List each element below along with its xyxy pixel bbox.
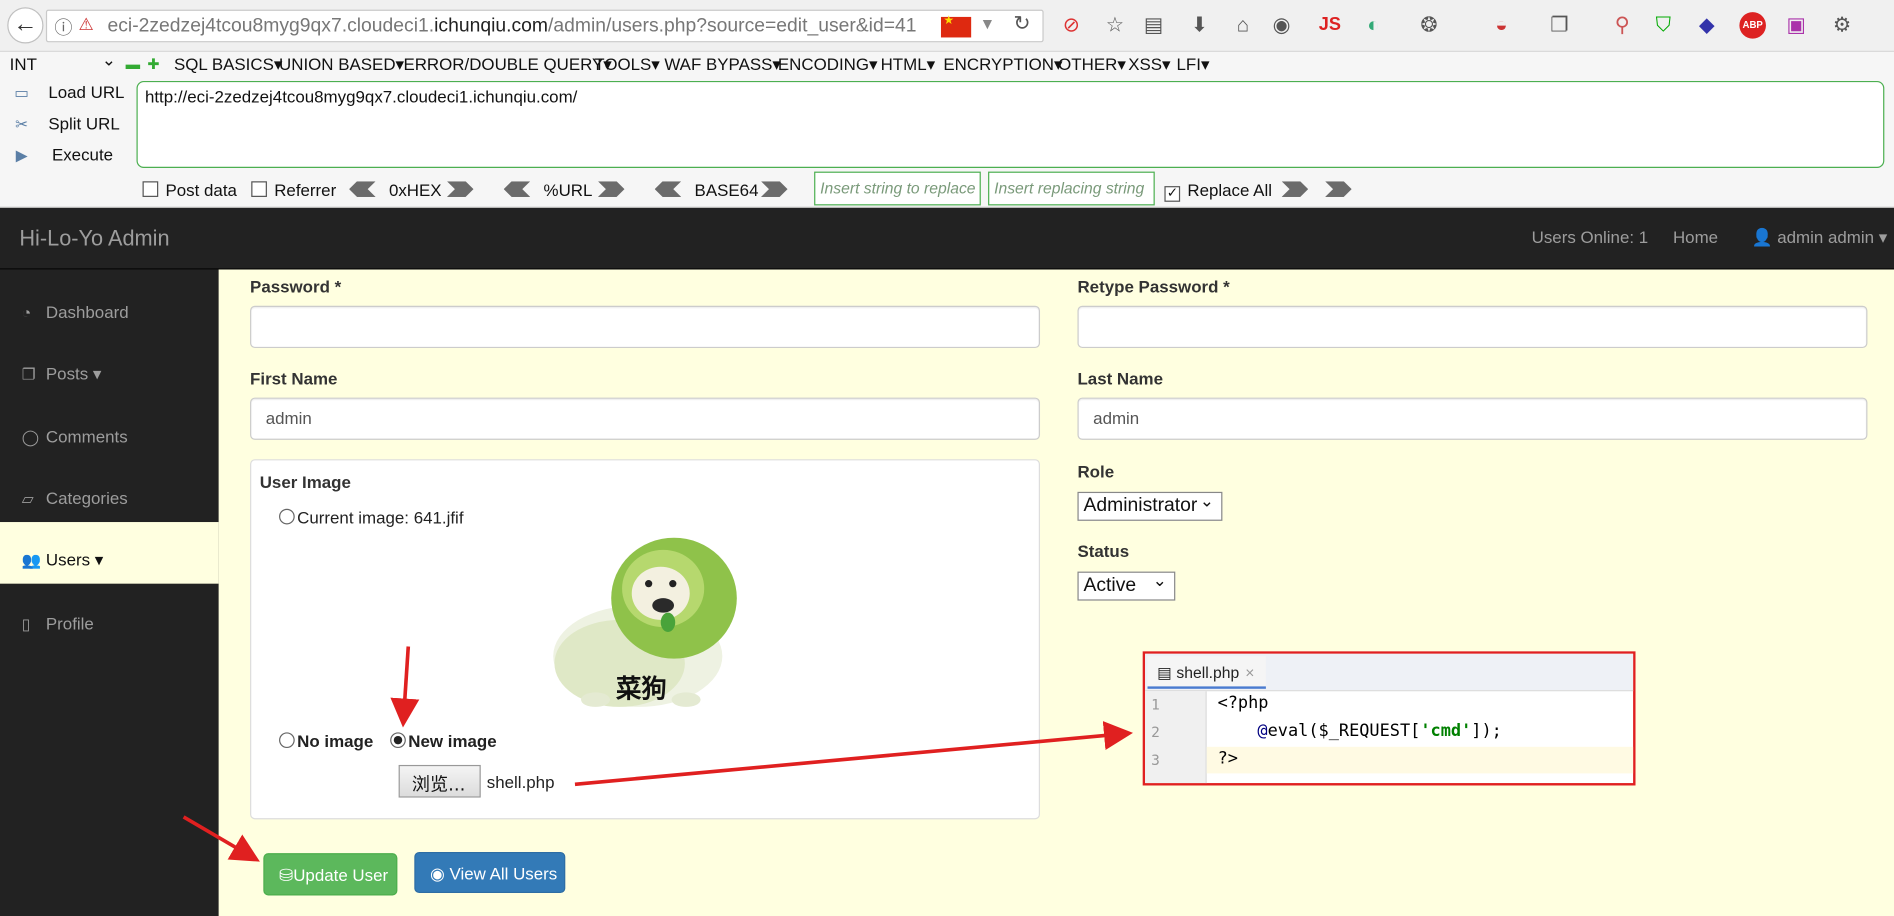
arrow-to-editor <box>574 721 1133 787</box>
arrow-update-user <box>182 815 260 862</box>
screen: ← ⓘ ⚠ eci-2zedzej4tcou8myg9qx7.cloudeci1… <box>0 0 1894 916</box>
arrow-new-image <box>390 646 420 728</box>
annotation-arrows <box>182 646 1133 862</box>
